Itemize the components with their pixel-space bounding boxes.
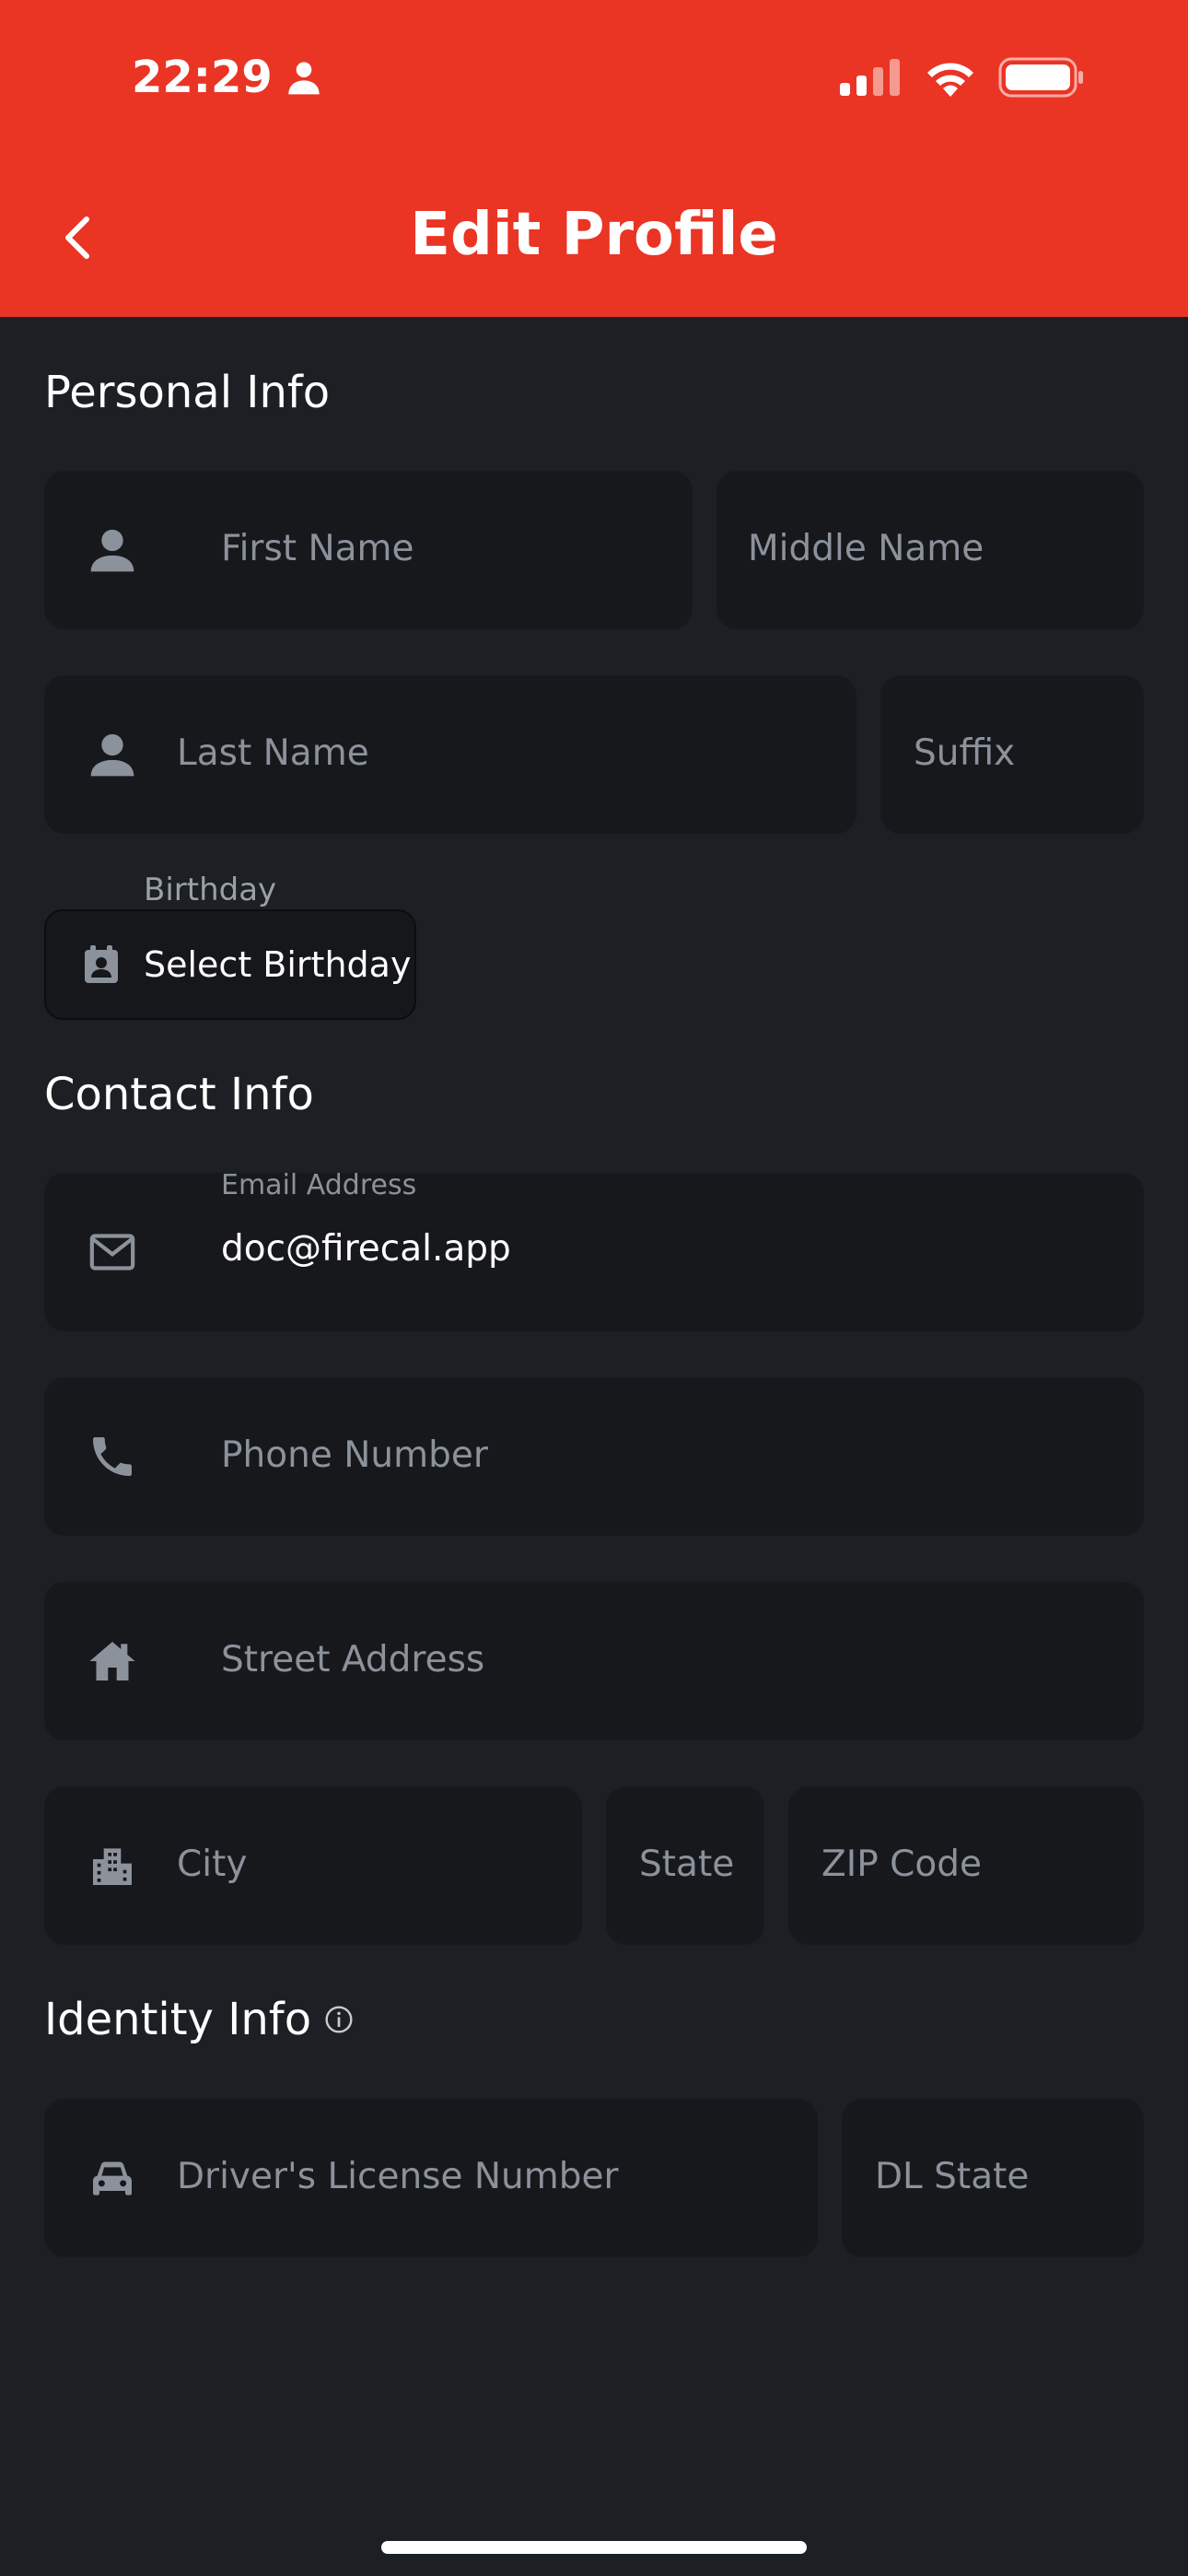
house-icon — [85, 1633, 140, 1689]
cellular-signal-icon — [840, 59, 900, 96]
street-address-placeholder: Street Address — [221, 1639, 485, 1680]
city-building-icon — [85, 1838, 140, 1893]
person-status-icon — [288, 62, 320, 95]
state-field[interactable]: State — [606, 1786, 764, 1945]
section-title-personal: Personal Info — [44, 367, 331, 418]
battery-icon — [998, 57, 1083, 98]
mail-icon — [85, 1224, 140, 1280]
phone-icon — [85, 1429, 140, 1484]
car-icon — [85, 2150, 140, 2206]
street-address-field[interactable]: Street Address — [44, 1582, 1144, 1740]
wifi-icon — [927, 63, 973, 97]
email-value: doc@firecal.app — [221, 1228, 511, 1270]
first-name-field[interactable]: First Name — [44, 471, 693, 629]
page-title: Edit Profile — [410, 201, 778, 269]
contact-calendar-icon — [85, 945, 118, 983]
clock-text: 22:29 — [132, 52, 273, 103]
email-field[interactable]: Email Address doc@firecal.app — [44, 1169, 1144, 1331]
identity-info-label: Identity Info — [44, 1994, 312, 2045]
drivers-license-field[interactable]: Driver's License Number — [44, 2099, 818, 2257]
phone-field[interactable]: Phone Number — [44, 1377, 1144, 1536]
dl-state-field[interactable]: DL State — [842, 2099, 1144, 2257]
middle-name-placeholder: Middle Name — [748, 528, 984, 569]
person-icon — [85, 727, 140, 782]
first-name-placeholder: First Name — [221, 528, 414, 569]
status-bar-time: 22:29 — [132, 52, 322, 103]
drivers-license-placeholder: Driver's License Number — [177, 2156, 619, 2197]
last-name-placeholder: Last Name — [177, 732, 369, 774]
zip-code-field[interactable]: ZIP Code — [788, 1786, 1144, 1945]
birthday-label: Birthday — [144, 872, 277, 908]
state-placeholder: State — [639, 1844, 735, 1885]
suffix-field[interactable]: Suffix — [880, 675, 1144, 834]
email-address-label: Email Address — [221, 1169, 417, 1201]
section-title-identity: Identity Info — [44, 1994, 354, 2045]
home-indicator[interactable] — [381, 2541, 807, 2554]
last-name-field[interactable]: Last Name — [44, 675, 856, 834]
city-field[interactable]: City — [44, 1786, 582, 1945]
select-birthday-button[interactable]: Select Birthday — [44, 909, 416, 1020]
middle-name-field[interactable]: Middle Name — [716, 471, 1144, 629]
zip-code-placeholder: ZIP Code — [821, 1844, 982, 1885]
phone-placeholder: Phone Number — [221, 1434, 488, 1476]
suffix-placeholder: Suffix — [914, 732, 1016, 774]
person-icon — [85, 522, 140, 578]
city-placeholder: City — [177, 1844, 248, 1885]
info-icon[interactable] — [324, 2005, 354, 2034]
dl-state-placeholder: DL State — [875, 2156, 1030, 2197]
app-header: 22:29 Edit Profile — [0, 0, 1188, 317]
status-bar-indicators — [838, 57, 1085, 98]
section-title-contact: Contact Info — [44, 1069, 314, 1120]
select-birthday-label: Select Birthday — [144, 944, 412, 985]
